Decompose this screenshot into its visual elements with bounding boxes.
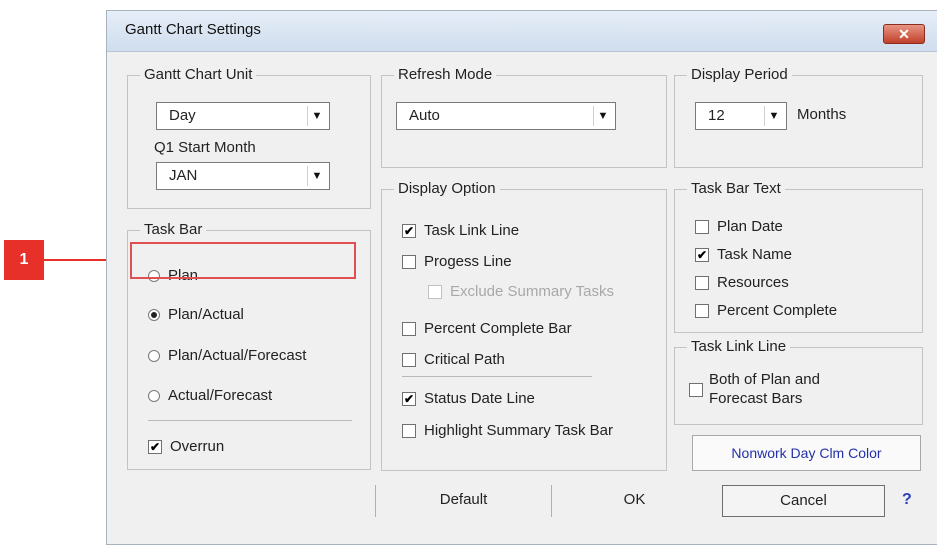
task-name-checkbox[interactable]: ✔ Task Name — [695, 246, 792, 263]
chevron-down-icon[interactable]: ▼ — [593, 106, 612, 126]
dialog-body: Gantt Chart Unit Day ▼ Q1 Start Month JA… — [107, 52, 937, 544]
both-plan-forecast-label-line2: Forecast Bars — [709, 390, 803, 407]
radio-indicator[interactable] — [148, 349, 160, 362]
dialog-title: Gantt Chart Settings — [125, 21, 261, 38]
q1-start-month-value: JAN — [169, 167, 198, 184]
gantt-unit-group: Gantt Chart Unit Day ▼ Q1 Start Month JA… — [127, 66, 371, 209]
exclude-summary-tasks-checkbox: Exclude Summary Tasks — [428, 283, 614, 300]
display-option-label: Percent Complete Bar — [424, 320, 572, 337]
percent-complete-checkbox[interactable]: Percent Complete — [695, 302, 837, 319]
refresh-mode-select[interactable]: Auto ▼ — [396, 102, 616, 130]
display-option-label: Task Link Line — [424, 222, 520, 239]
task-bar-option-label: Plan/Actual/Forecast — [168, 347, 307, 364]
task-bar-text-label: Resources — [717, 274, 789, 291]
plan-date-checkbox[interactable]: Plan Date — [695, 218, 783, 235]
default-button[interactable]: Default — [375, 485, 551, 517]
display-period-group: Display Period 12 ▼ Months — [674, 66, 923, 168]
ok-button[interactable]: OK — [551, 485, 717, 517]
display-option-title: Display Option — [394, 180, 500, 197]
display-option-label: Exclude Summary Tasks — [450, 283, 614, 300]
refresh-mode-value: Auto — [409, 107, 440, 124]
gantt-unit-title: Gantt Chart Unit — [140, 66, 257, 83]
status-date-line-checkbox[interactable]: ✔ Status Date Line — [402, 390, 535, 407]
display-option-label: Critical Path — [424, 351, 505, 368]
q1-start-month-label: Q1 Start Month — [154, 139, 256, 156]
chevron-down-icon[interactable]: ▼ — [764, 106, 783, 126]
refresh-mode-group: Refresh Mode Auto ▼ — [381, 66, 667, 168]
nonwork-day-color-button[interactable]: Nonwork Day Clm Color — [692, 435, 921, 471]
close-icon: ✕ — [898, 26, 910, 42]
task-bar-option-plan-actual-forecast[interactable]: Plan/Actual/Forecast — [148, 347, 306, 364]
both-plan-forecast-label-line1: Both of Plan and — [709, 371, 820, 388]
help-icon[interactable]: ? — [902, 491, 912, 509]
progress-line-checkbox[interactable]: Progess Line — [402, 253, 512, 270]
check-icon[interactable]: ✔ — [695, 247, 709, 262]
checkbox-box[interactable] — [695, 219, 709, 234]
gantt-unit-select[interactable]: Day ▼ — [156, 102, 330, 130]
check-icon[interactable]: ✔ — [402, 223, 416, 238]
task-bar-text-title: Task Bar Text — [687, 180, 785, 197]
check-icon[interactable]: ✔ — [148, 439, 162, 454]
title-bar: Gantt Chart Settings ✕ — [107, 11, 937, 52]
task-bar-option-label: Plan/Actual — [168, 306, 244, 323]
checkbox-box[interactable] — [695, 275, 709, 290]
display-period-value: 12 — [708, 107, 725, 124]
display-period-select[interactable]: 12 ▼ — [695, 102, 787, 130]
chevron-down-icon[interactable]: ▼ — [307, 106, 326, 126]
checkbox-box[interactable] — [402, 321, 416, 336]
display-option-label: Progess Line — [424, 253, 512, 270]
months-label: Months — [797, 106, 847, 123]
task-link-line-checkbox[interactable]: ✔ Task Link Line — [402, 222, 519, 239]
display-option-separator — [402, 376, 592, 377]
task-link-line-title: Task Link Line — [687, 338, 791, 355]
task-bar-text-label: Plan Date — [717, 218, 783, 235]
refresh-mode-title: Refresh Mode — [394, 66, 497, 83]
task-bar-text-label: Percent Complete — [717, 302, 838, 319]
checkbox-box[interactable] — [402, 423, 416, 438]
percent-complete-bar-checkbox[interactable]: Percent Complete Bar — [402, 320, 572, 337]
highlight-summary-task-bar-checkbox[interactable]: Highlight Summary Task Bar — [402, 422, 613, 439]
task-bar-text-label: Task Name — [717, 246, 793, 263]
callout-number-badge: 1 — [4, 240, 44, 280]
radio-indicator[interactable] — [148, 389, 160, 402]
checkbox-box[interactable] — [402, 352, 416, 367]
checkbox-box[interactable] — [402, 254, 416, 269]
close-button[interactable]: ✕ — [883, 24, 925, 44]
display-option-group: Display Option ✔ Task Link Line Progess L… — [381, 180, 667, 471]
display-option-label: Highlight Summary Task Bar — [424, 422, 613, 439]
overrun-checkbox[interactable]: ✔ Overrun — [148, 438, 224, 455]
task-link-line-group: Task Link Line Both of Plan and Forecast… — [674, 338, 923, 425]
task-bar-option-actual-forecast[interactable]: Actual/Forecast — [148, 387, 272, 404]
critical-path-checkbox[interactable]: Critical Path — [402, 351, 505, 368]
task-bar-option-label: Actual/Forecast — [168, 387, 273, 404]
task-bar-separator — [148, 420, 352, 421]
task-bar-title: Task Bar — [140, 221, 207, 238]
resources-checkbox[interactable]: Resources — [695, 274, 789, 291]
chevron-down-icon[interactable]: ▼ — [307, 166, 326, 186]
cancel-button[interactable]: Cancel — [722, 485, 885, 517]
display-period-title: Display Period — [687, 66, 792, 83]
task-bar-text-group: Task Bar Text Plan Date ✔ Task Name Resou… — [674, 180, 923, 333]
task-bar-option-plan-actual[interactable]: Plan/Actual — [148, 306, 244, 323]
overrun-label: Overrun — [170, 438, 225, 455]
checkbox-box[interactable] — [695, 303, 709, 318]
radio-indicator[interactable] — [148, 308, 160, 321]
q1-start-month-select[interactable]: JAN ▼ — [156, 162, 330, 190]
both-plan-forecast-checkbox[interactable] — [689, 383, 703, 397]
check-icon[interactable]: ✔ — [402, 391, 416, 406]
gantt-unit-value: Day — [169, 107, 196, 124]
display-option-label: Status Date Line — [424, 390, 535, 407]
checkbox-box — [428, 284, 442, 299]
callout-highlight-box — [130, 242, 356, 279]
